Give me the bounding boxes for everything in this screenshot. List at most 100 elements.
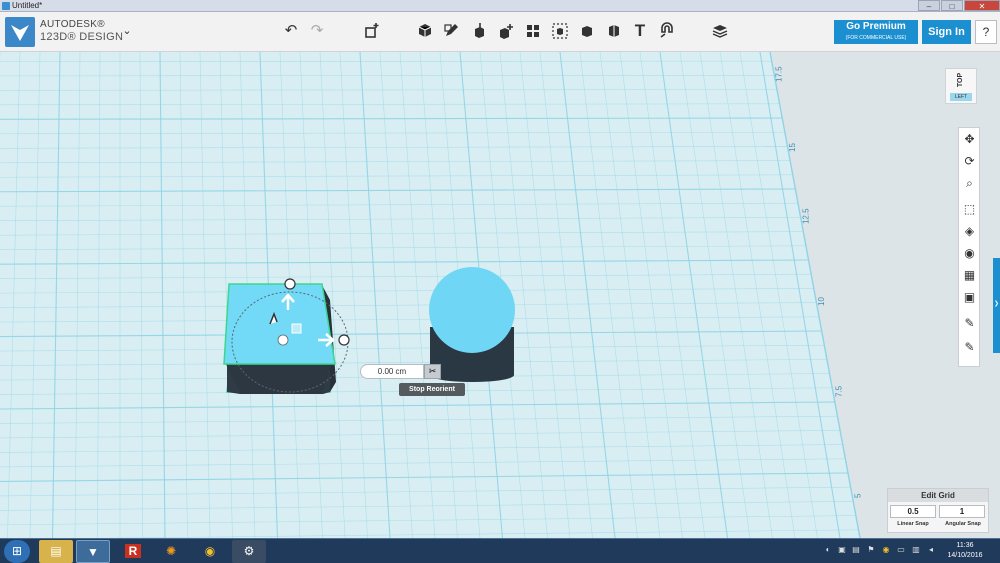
snap-on-icon[interactable]: ✎ xyxy=(961,315,978,332)
extrude-icon xyxy=(475,23,484,38)
materials-icon[interactable]: ▦ xyxy=(961,267,978,284)
primitives-button[interactable] xyxy=(414,20,436,42)
3d-viewport[interactable]: 17.5 15 12.5 10 7.5 5 TOP LEFT ✥ ⟳ ⌕ ⬚ ◈… xyxy=(0,52,1000,538)
rotate-handle-top xyxy=(284,278,296,290)
clock-date: 14/10/2016 xyxy=(947,552,983,559)
layers-icon xyxy=(712,25,728,38)
ruler-label: 17.5 xyxy=(775,66,784,82)
sign-in-button[interactable]: Sign In xyxy=(922,20,971,44)
tray-icon-1[interactable]: ◐ xyxy=(823,545,833,555)
reorient-button[interactable]: ✂ xyxy=(424,364,441,379)
view-cube-top[interactable]: TOP xyxy=(950,65,972,95)
zoom-icon[interactable]: ⌕ xyxy=(961,175,978,192)
taskbar-revit[interactable]: R xyxy=(116,540,150,563)
sketch-button[interactable] xyxy=(441,20,463,42)
premium-sublabel: (FOR COMMERCIAL USE) xyxy=(845,35,907,41)
help-button[interactable]: ? xyxy=(975,20,997,44)
taskbar-clock[interactable]: 11:36 14/10/2016 xyxy=(941,541,989,561)
text-tool-button[interactable]: T xyxy=(629,20,651,42)
fit-icon[interactable]: ⬚ xyxy=(961,201,978,218)
app-logo[interactable] xyxy=(5,17,35,47)
app-menu-chevron-icon[interactable]: ⌄ xyxy=(121,24,133,38)
combine-button[interactable] xyxy=(576,20,598,42)
display-icon[interactable]: ▭ xyxy=(896,545,906,555)
scale-handle xyxy=(291,323,302,334)
tray-icon-2[interactable]: ▣ xyxy=(837,545,847,555)
perspective-icon[interactable]: ◈ xyxy=(961,223,978,240)
folder-icon: ▤ xyxy=(50,544,62,558)
cylinder-shape xyxy=(429,267,515,382)
orbit-icon[interactable]: ⟳ xyxy=(961,153,978,170)
clock-time: 11:36 xyxy=(956,542,974,549)
main-toolbar: AUTODESK® 123D® DESIGN ⌄ ↶ ↷ T Go Premiu… xyxy=(0,12,1000,52)
add-primitive-button[interactable] xyxy=(361,20,383,42)
taskbar-chrome[interactable]: ◉ xyxy=(193,540,227,563)
app-icon xyxy=(2,2,10,10)
window-title: Untitled* xyxy=(12,1,43,10)
box-selected-top xyxy=(223,283,336,365)
snap-off-icon[interactable]: ✎ xyxy=(961,339,978,356)
start-button[interactable]: ⊞ xyxy=(4,540,30,563)
edit-grid-button[interactable]: Edit Grid xyxy=(888,489,988,502)
brand-product: 123D® DESIGN xyxy=(40,31,124,43)
ruler-label: 12.5 xyxy=(802,208,811,224)
pencil-icon xyxy=(444,24,458,36)
scene-canvas[interactable]: 17.5 15 12.5 10 7.5 5 xyxy=(0,52,1000,538)
edit-grid-panel: Edit Grid 0.5 1 Linear Snap Angular Snap xyxy=(887,488,989,533)
tray-icon-chrome[interactable]: ◉ xyxy=(881,545,891,555)
snap-button[interactable] xyxy=(656,20,678,42)
ruler-label: 5 xyxy=(853,493,862,498)
tray-icon-3[interactable]: ▤ xyxy=(851,545,861,555)
work-plane-grid xyxy=(0,52,861,538)
app-icon-generic: ⚙ xyxy=(243,544,255,558)
window-title-bar: Untitled* – □ ✕ xyxy=(0,0,1000,12)
view-cube-left[interactable]: LEFT xyxy=(950,93,972,101)
pan-icon[interactable]: ✥ xyxy=(961,131,978,148)
maximize-button[interactable]: □ xyxy=(941,0,963,11)
angular-snap-input[interactable]: 1 xyxy=(939,505,985,518)
view-cube[interactable]: TOP LEFT xyxy=(945,68,977,104)
combine-icon xyxy=(582,26,592,37)
brand-autodesk: AUTODESK® xyxy=(40,19,105,30)
camera-icon[interactable]: ▣ xyxy=(961,289,978,306)
taskbar-app[interactable]: ✺ xyxy=(154,540,188,563)
taskbar-123d-design[interactable]: ▼ xyxy=(76,540,110,563)
visibility-icon[interactable]: ◉ xyxy=(961,245,978,262)
sun-eye-icon: ✺ xyxy=(165,544,177,558)
chrome-icon: ◉ xyxy=(204,544,216,558)
pattern-button[interactable] xyxy=(522,20,544,42)
go-premium-button[interactable]: Go Premium (FOR COMMERCIAL USE) xyxy=(834,20,918,44)
linear-snap-input[interactable]: 0.5 xyxy=(890,505,936,518)
distance-input[interactable]: 0.00 cm xyxy=(360,364,424,379)
network-icon[interactable]: ▥ xyxy=(911,545,921,555)
flag-icon[interactable]: ⚑ xyxy=(866,545,876,555)
minimize-button[interactable]: – xyxy=(918,0,940,11)
grouping-button[interactable] xyxy=(549,20,571,42)
undo-button[interactable]: ↶ xyxy=(280,20,302,42)
material-button[interactable] xyxy=(709,20,731,42)
chevron-right-icon: ❯ xyxy=(994,301,1000,307)
cylinder-top xyxy=(429,267,515,353)
redo-button[interactable]: ↷ xyxy=(306,20,328,42)
measure-button[interactable] xyxy=(603,20,625,42)
taskbar-other-app[interactable]: ⚙ xyxy=(232,540,266,563)
navigation-bar: ✥ ⟳ ⌕ ⬚ ◈ ◉ ▦ ▣ ✎ ✎ xyxy=(958,127,980,367)
side-panel-tab[interactable]: ❯ xyxy=(993,258,1000,353)
box-plus-icon xyxy=(365,23,379,38)
premium-label: Go Premium xyxy=(846,21,906,32)
cube-icon xyxy=(418,24,432,37)
modify-icon xyxy=(500,24,513,39)
close-button[interactable]: ✕ xyxy=(964,0,1000,11)
logo-icon xyxy=(11,25,29,41)
volume-icon[interactable]: ◂ xyxy=(926,545,936,555)
reorient-icon: ✂ xyxy=(428,366,437,376)
group-icon xyxy=(552,23,568,39)
rotate-handle-right xyxy=(338,334,350,346)
construct-button[interactable] xyxy=(468,20,490,42)
taskbar-explorer[interactable]: ▤ xyxy=(39,540,73,563)
magnet-icon xyxy=(660,22,673,38)
pattern-icon xyxy=(527,25,539,37)
cylinder-bottom xyxy=(430,368,514,382)
modify-button[interactable] xyxy=(495,20,517,42)
windows-logo-icon: ⊞ xyxy=(11,544,23,558)
